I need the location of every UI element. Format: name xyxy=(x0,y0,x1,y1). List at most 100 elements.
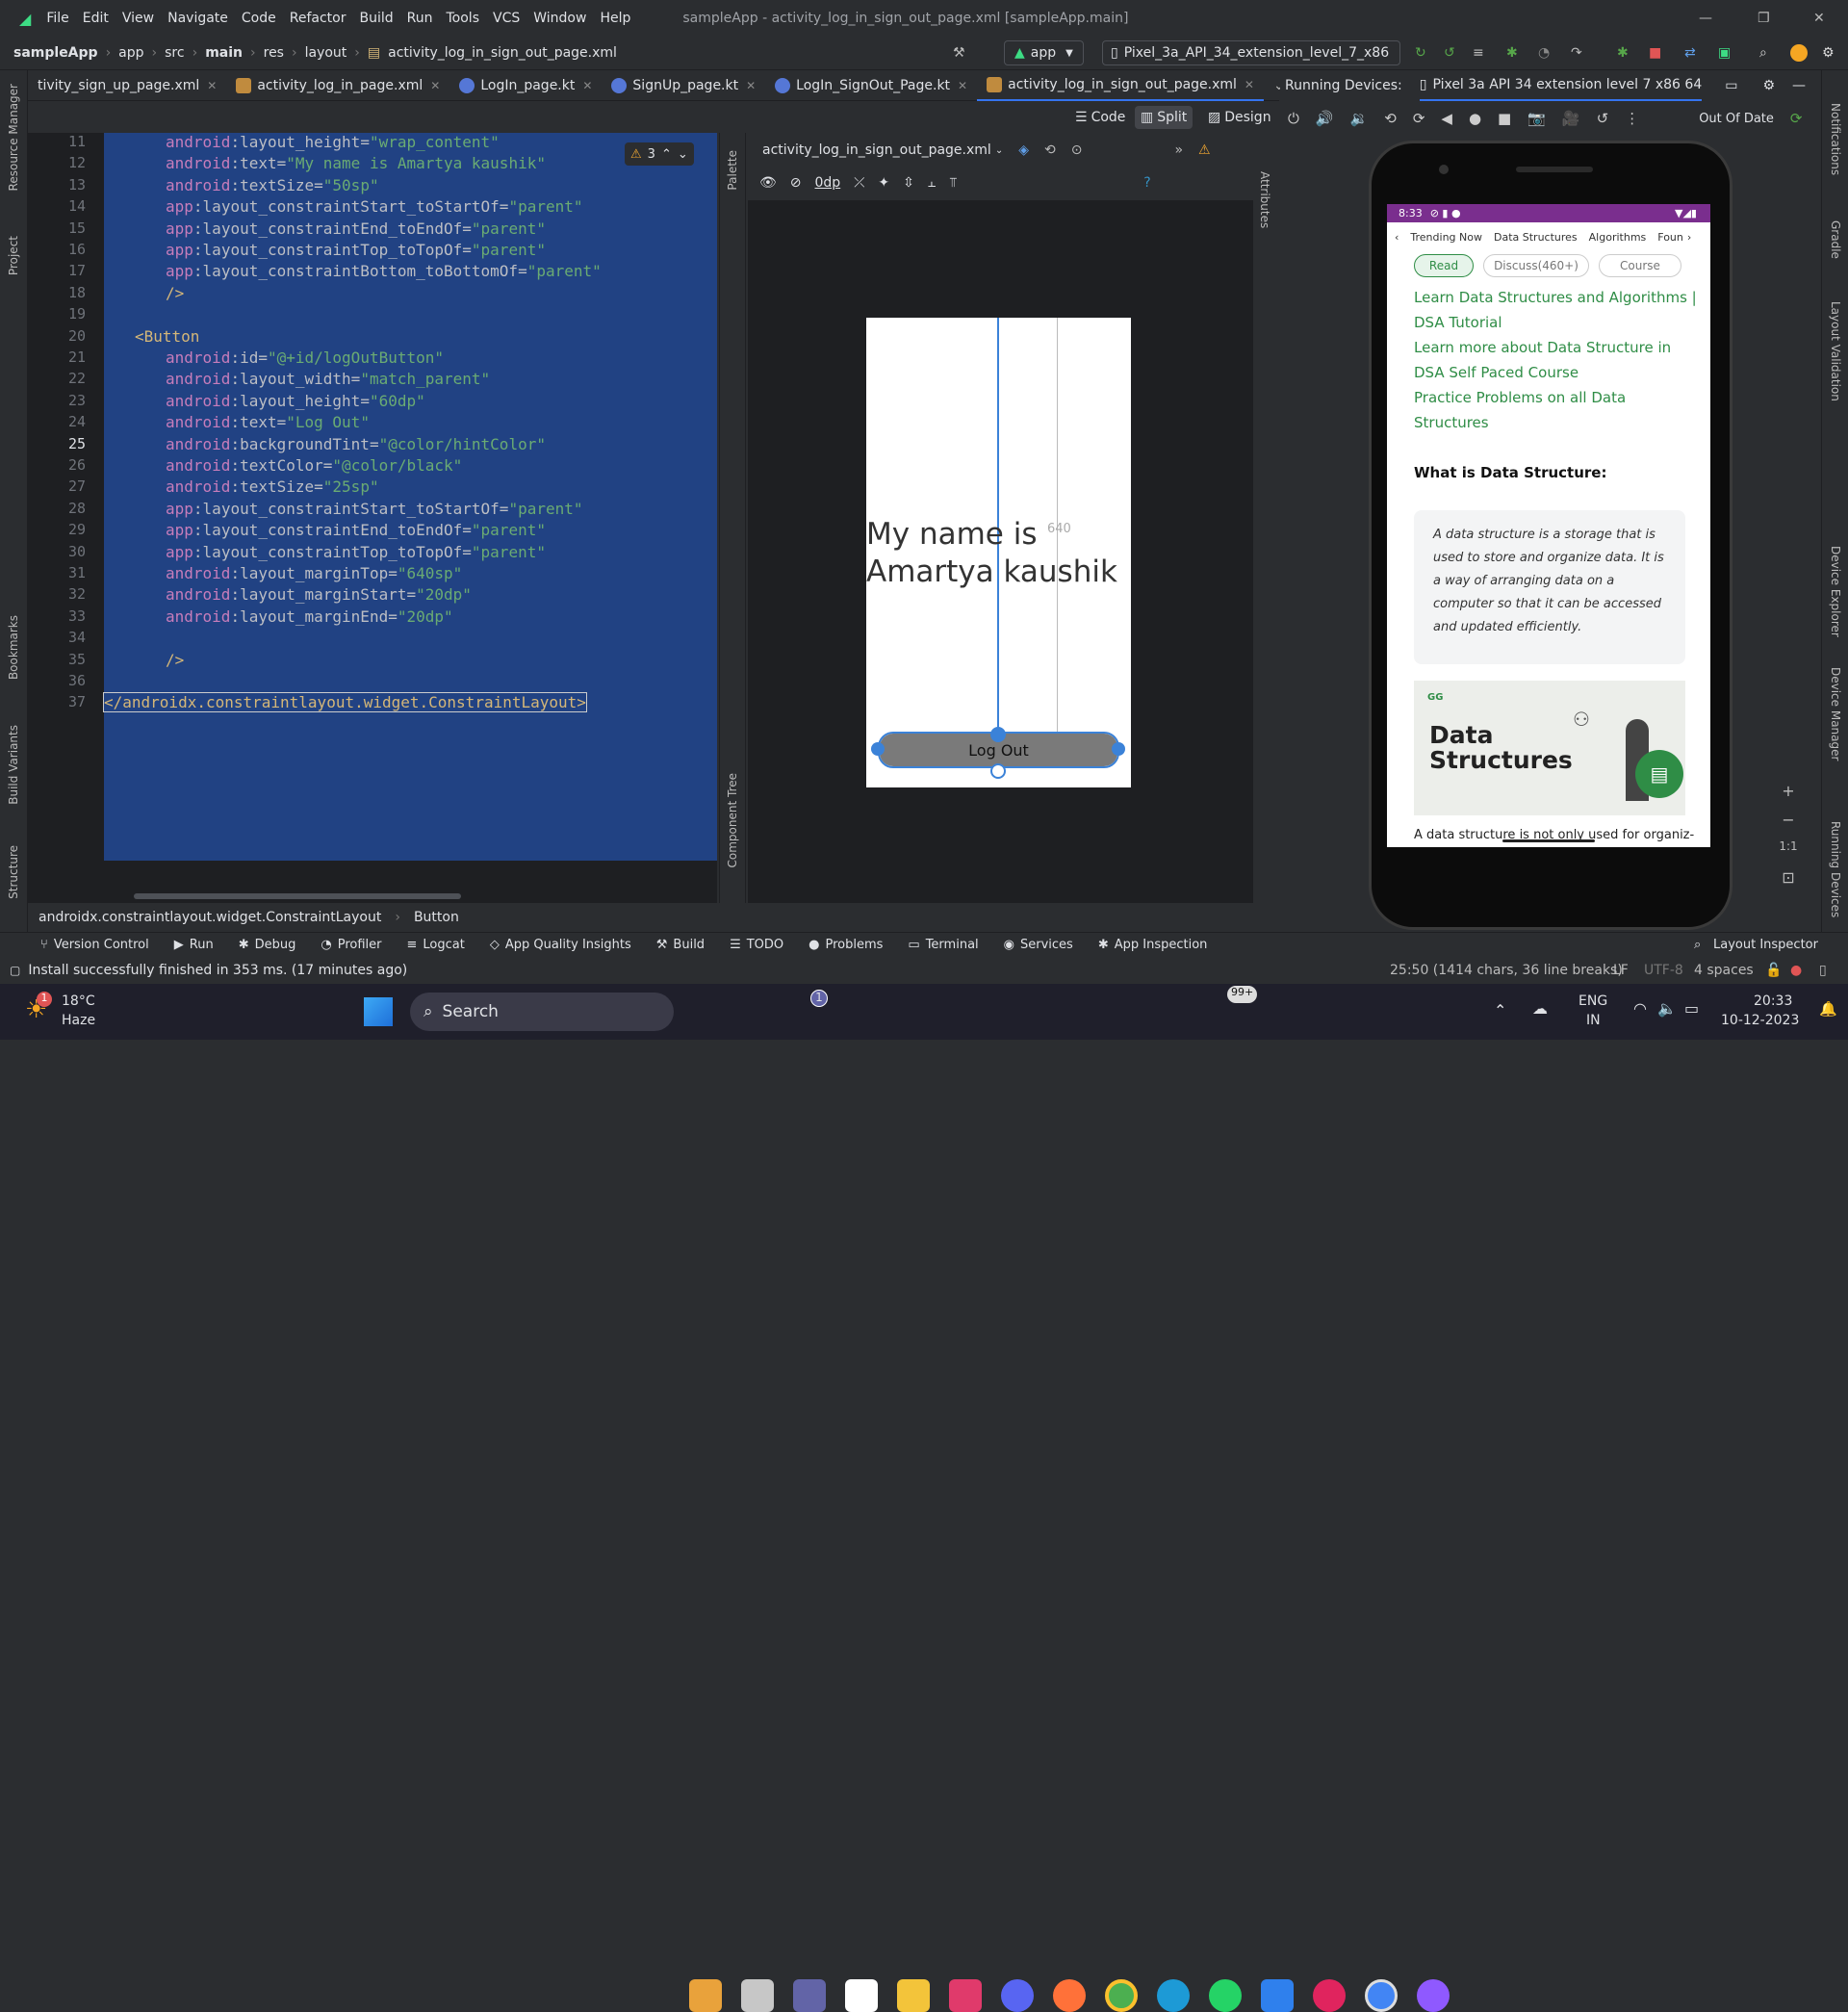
menu-build[interactable]: Build xyxy=(359,11,393,26)
chrome-icon[interactable] xyxy=(1105,1979,1138,2012)
wifi-icon[interactable]: ◠ xyxy=(1633,999,1647,1018)
file-encoding[interactable]: UTF-8 xyxy=(1644,963,1683,978)
zoom-out-icon[interactable]: − xyxy=(1771,811,1806,839)
settings-icon[interactable]: ⚙ xyxy=(1822,45,1835,61)
menu-file[interactable]: File xyxy=(46,11,68,26)
document-fab-icon[interactable]: ▤ xyxy=(1635,750,1683,798)
sync-icon[interactable]: ⇄ xyxy=(1684,45,1696,61)
menu-window[interactable]: Window xyxy=(533,11,586,26)
tool-version-control[interactable]: Version Control xyxy=(54,938,149,952)
help-icon[interactable]: ? xyxy=(1143,175,1150,191)
search-icon[interactable]: ⌕ xyxy=(1759,45,1767,61)
firefox-icon[interactable] xyxy=(1053,1979,1086,2012)
device-manager-icon[interactable]: ▣ xyxy=(1718,45,1731,61)
chevron-down-icon[interactable]: ⌄ xyxy=(678,147,688,162)
menu-navigate[interactable]: Navigate xyxy=(167,11,228,26)
zoom-in-icon[interactable]: + xyxy=(1771,782,1806,811)
menu-tools[interactable]: Tools xyxy=(447,11,480,26)
vscode-icon[interactable] xyxy=(1261,1979,1294,2012)
code-editor[interactable]: 11 12 13 14 15 16 17 18 19 20 21 22 23 24 25 26 27 28 29 30… xyxy=(28,133,717,903)
menu-help[interactable]: Help xyxy=(600,11,630,26)
back-icon[interactable]: ◀ xyxy=(1441,110,1452,127)
gesture-bar[interactable] xyxy=(1502,839,1595,842)
wps-icon[interactable] xyxy=(1313,1979,1346,2012)
device-config-icon[interactable]: ⊙ xyxy=(1071,142,1083,158)
close-tab-icon[interactable]: ✕ xyxy=(430,79,440,92)
battery-icon[interactable]: ▭ xyxy=(1684,999,1699,1018)
tool-app-quality[interactable]: App Quality Insights xyxy=(505,938,631,952)
layout-validation-tab[interactable]: Layout Validation xyxy=(1829,301,1842,401)
close-tab-icon[interactable]: ✕ xyxy=(746,79,756,92)
github-desktop-icon[interactable] xyxy=(1417,1979,1450,2012)
close-tab-icon[interactable]: ✕ xyxy=(582,79,592,92)
indent-setting[interactable]: 4 spaces xyxy=(1694,963,1754,978)
menu-edit[interactable]: Edit xyxy=(83,11,109,26)
volume-icon[interactable]: 🔈 xyxy=(1657,999,1677,1018)
rotate-left-icon[interactable]: ⟲ xyxy=(1384,110,1397,127)
layout-preview[interactable]: 640 My name is Amartya kaushik Log Out xyxy=(866,318,1131,787)
device-screen[interactable]: 8:33 ⊘ ▮ ● ▼◢▮ ‹ Trending Now Data Struc… xyxy=(1387,204,1710,847)
tool-todo[interactable]: TODO xyxy=(747,938,783,952)
structure-tab[interactable]: Structure xyxy=(7,845,20,899)
more-icon[interactable]: ⋮ xyxy=(1625,110,1639,127)
align-icon[interactable]: ⫠ xyxy=(928,175,936,191)
component-tree-tab[interactable]: Component Tree xyxy=(726,773,739,867)
clock-time[interactable]: 20:33 xyxy=(1754,993,1792,1009)
menu-code[interactable]: Code xyxy=(242,11,276,26)
rotate-right-icon[interactable]: ⟳ xyxy=(1413,110,1425,127)
refresh-icon[interactable]: ⟳ xyxy=(1790,110,1803,127)
tray-network-alert-icon[interactable]: ☁ xyxy=(1532,999,1548,1018)
project-tab[interactable]: Project xyxy=(7,236,20,275)
menu-run[interactable]: Run xyxy=(407,11,433,26)
footer-crumb-constraintlayout[interactable]: androidx.constraintlayout.widget.Constra… xyxy=(38,910,381,925)
snapshot-icon[interactable]: ↺ xyxy=(1597,110,1609,127)
guidelines-icon[interactable]: ⫪ xyxy=(949,175,957,191)
code-view-button[interactable]: ☰ Code xyxy=(1069,106,1131,129)
device-manager-tab[interactable]: Device Manager xyxy=(1829,667,1842,761)
default-margin-select[interactable]: 0dp xyxy=(815,175,841,191)
resize-handle[interactable] xyxy=(990,727,1006,742)
tool-terminal[interactable]: Terminal xyxy=(926,938,979,952)
task-view-icon[interactable] xyxy=(741,1979,774,2012)
magnet-icon[interactable]: ⊘ xyxy=(790,175,802,191)
edge-icon[interactable] xyxy=(1157,1979,1190,2012)
status-toggle-icon[interactable]: ▢ xyxy=(10,964,20,977)
chevron-up-icon[interactable]: ⌃ xyxy=(661,147,672,162)
discuss-chip[interactable]: Discuss(460+) xyxy=(1483,254,1589,277)
bookmarks-tab[interactable]: Bookmarks xyxy=(7,615,20,680)
menu-vcs[interactable]: VCS xyxy=(493,11,520,26)
warning-icon[interactable]: ⚠ xyxy=(1198,142,1211,158)
attributes-tab[interactable]: Attributes xyxy=(1258,171,1271,228)
tool-run[interactable]: Run xyxy=(190,938,214,952)
tool-debug[interactable]: Debug xyxy=(255,938,296,952)
overflow-icon[interactable]: » xyxy=(1174,142,1183,158)
close-tab-icon[interactable]: ✕ xyxy=(958,79,967,92)
zoom-actual-button[interactable]: 1:1 xyxy=(1771,839,1806,868)
hide-icon[interactable]: — xyxy=(1792,78,1806,93)
tab-sign-up-xml[interactable]: tivity_sign_up_page.xml ✕ xyxy=(28,70,226,101)
tool-profiler[interactable]: Profiler xyxy=(338,938,382,952)
whatsapp-icon[interactable] xyxy=(1209,1979,1242,2012)
device-select[interactable]: ▯ Pixel_3a_API_34_extension_level_7_x86 xyxy=(1102,40,1400,65)
tab-login-signout-kt[interactable]: LogIn_SignOut_Page.kt ✕ xyxy=(765,70,977,101)
breadcrumb-main[interactable]: main xyxy=(205,45,243,61)
debug-icon[interactable]: ✱ xyxy=(1506,45,1518,61)
windows-start-icon[interactable] xyxy=(364,997,393,1026)
course-chip[interactable]: Course xyxy=(1599,254,1681,277)
device-tab[interactable]: ▯ Pixel 3a API 34 extension level 7 x86 … xyxy=(1419,70,1703,101)
nav-tab-data-structures[interactable]: Data Structures xyxy=(1494,231,1578,244)
screen-record-icon[interactable]: 🎥 xyxy=(1562,110,1580,127)
link-dsa-course[interactable]: Learn more about Data Structure in DSA S… xyxy=(1414,335,1703,385)
profile-icon[interactable]: ◔ xyxy=(1538,45,1550,61)
design-view-button[interactable]: ▨ Design xyxy=(1202,106,1277,129)
clear-constraints-icon[interactable]: ⤫ xyxy=(854,175,864,191)
settings-icon[interactable]: ⚙ xyxy=(1762,78,1775,93)
pack-icon[interactable]: ⇳ xyxy=(903,175,914,191)
volume-down-icon[interactable]: 🔉 xyxy=(1350,110,1369,127)
inspection-widget[interactable]: ⚠ 3 ⌃ ⌄ xyxy=(625,142,694,166)
notifications-tab[interactable]: Notifications xyxy=(1829,103,1842,175)
file-explorer-icon[interactable] xyxy=(897,1979,930,2012)
android-studio-taskbar-icon[interactable] xyxy=(1365,1979,1398,2012)
notification-bell-icon[interactable]: 🔔 xyxy=(1819,1000,1837,1018)
close-tab-icon[interactable]: ✕ xyxy=(1245,78,1254,91)
